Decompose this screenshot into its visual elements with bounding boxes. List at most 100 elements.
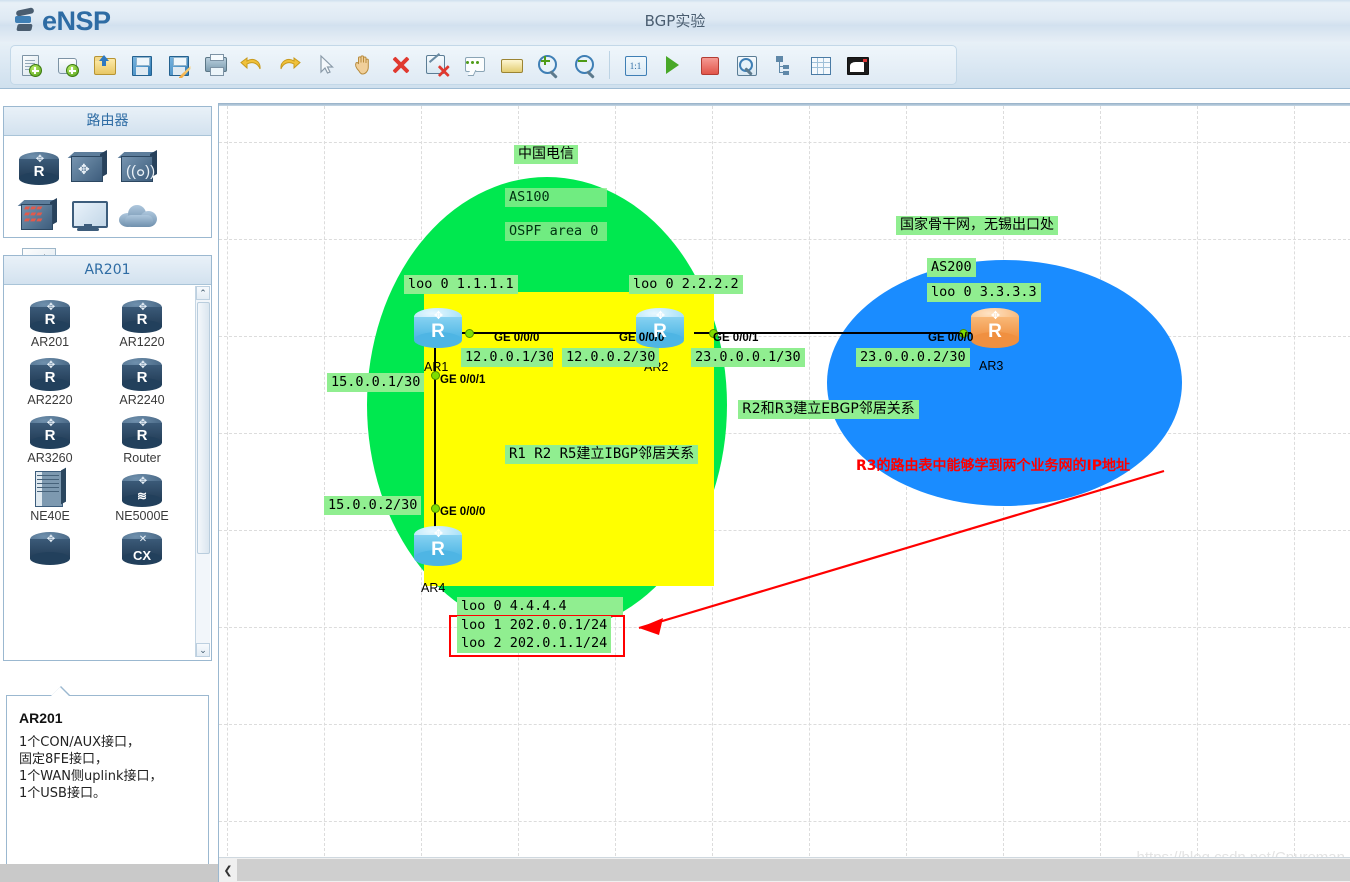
window-title: BGP实验 — [644, 12, 706, 30]
switch-icon: ✥ — [67, 149, 109, 184]
note-balloon-icon — [462, 53, 486, 77]
device-item-router[interactable]: ✥ R Router — [96, 407, 188, 465]
info-line: 固定8FE接口， — [19, 752, 108, 767]
delete-link-button[interactable] — [419, 48, 454, 82]
label-loopback-r4-2: loo 2 202.0.1.1/24 — [457, 634, 612, 653]
canvas-horizontal-scrollbar[interactable]: ❮ — [219, 857, 1350, 882]
zoom-reset-button[interactable]: 1:1 — [617, 48, 652, 82]
delete-button[interactable] — [382, 48, 417, 82]
tree-icon — [771, 53, 795, 77]
save-as-floppy-icon — [166, 53, 191, 78]
device-model-section: AR201 ✥ R AR201 ✥ R AR1220 ✥ R AR2220 ✥ … — [3, 255, 212, 661]
router-category-section: 路由器 ✥ R ✥ ((๐)) ▰▰▰ ▰▰▰ ▰▰▰ — [3, 106, 212, 280]
undo-arrow-icon — [239, 53, 264, 77]
port-dot — [465, 329, 474, 338]
device-model-list: ✥ R AR201 ✥ R AR1220 ✥ R AR2220 ✥ R AR22… — [4, 285, 211, 664]
start-all-button[interactable] — [654, 48, 689, 82]
device-label-ar4: AR4 — [421, 581, 446, 595]
print-button[interactable] — [197, 48, 232, 82]
delete-x-icon — [388, 53, 412, 77]
device-item-ar2240[interactable]: ✥ R AR2240 — [96, 349, 188, 407]
open-button[interactable] — [86, 48, 121, 82]
capture-magnifier-icon — [734, 53, 758, 77]
router-arrows-icon: ✥ — [655, 310, 665, 322]
zoom-in-button[interactable] — [530, 48, 565, 82]
device-label: AR201 — [30, 335, 70, 349]
device-node-ar3[interactable]: ✥ R — [971, 308, 1019, 348]
device-item-partial-2[interactable]: ✕ CX — [96, 523, 188, 567]
device-row: ✥ R AR2220 ✥ R AR2240 — [4, 349, 211, 407]
chassis-icon — [4, 467, 96, 507]
router-type-icon[interactable]: ✥ R — [14, 144, 64, 192]
save-button[interactable] — [123, 48, 158, 82]
undo-button[interactable] — [234, 48, 269, 82]
device-item-ar201[interactable]: ✥ R AR201 — [4, 291, 96, 349]
new-scroll-icon — [55, 53, 79, 77]
topology-tree-button[interactable] — [765, 48, 800, 82]
label-as100: AS100 — [505, 188, 607, 207]
device-label: AR1220 — [119, 335, 165, 349]
add-shape-button[interactable] — [493, 48, 528, 82]
zoom-out-icon — [573, 53, 597, 79]
redo-button[interactable] — [271, 48, 306, 82]
endpoint-type-icon[interactable] — [64, 192, 114, 240]
label-ip-23-0-0-1: 23.0.0.0.1/30 — [691, 348, 805, 367]
ensp-application-window: eNSP BGP实验 1:1 路由器 ✥ R ✥ ((๐)) ▰▰▰ ▰▰▰ ▰… — [0, 0, 1350, 882]
device-label: AR2240 — [119, 393, 165, 407]
device-item-partial-1[interactable]: ✥ — [4, 523, 96, 567]
select-tool-button[interactable] — [308, 48, 343, 82]
printer-icon — [203, 53, 227, 77]
save-as-button[interactable] — [160, 48, 195, 82]
device-node-ar2[interactable]: ✥ R — [636, 308, 684, 348]
zoom-out-button[interactable] — [567, 48, 602, 82]
stop-all-button[interactable] — [691, 48, 726, 82]
device-label: AR2220 — [27, 393, 73, 407]
play-icon — [660, 53, 684, 77]
cloud-type-icon[interactable] — [114, 192, 164, 240]
packet-capture-button[interactable] — [728, 48, 763, 82]
device-item-ne5000e[interactable]: ✥ ≋ NE5000E — [96, 465, 188, 523]
router-glyph: R — [431, 321, 445, 342]
switch-type-icon[interactable]: ✥ — [64, 144, 114, 192]
router-icon: ✥ R — [19, 151, 59, 185]
wireless-type-icon[interactable]: ((๐)) — [114, 144, 164, 192]
router-icon: ✥ R — [96, 295, 188, 333]
scroll-left-arrow[interactable]: ❮ — [219, 859, 237, 881]
device-list-scrollbar[interactable]: ⌃ ⌄ — [195, 286, 210, 657]
scrollbar-thumb[interactable] — [197, 302, 210, 554]
label-ip-12-0-0-2: 12.0.0.2/30 — [562, 348, 660, 367]
title-bar: eNSP BGP实验 — [0, 0, 1350, 43]
pan-tool-button[interactable] — [345, 48, 380, 82]
device-node-ar1[interactable]: ✥ R — [414, 308, 462, 348]
window-restore-icon — [845, 53, 869, 77]
note-ibgp: R1 R2 R5建立IBGP邻居关系 — [505, 445, 699, 464]
save-floppy-icon — [129, 53, 153, 77]
label-as200: AS200 — [927, 258, 976, 277]
firewall-type-icon[interactable]: ▰▰▰ ▰▰▰ ▰▰▰ — [14, 192, 64, 240]
new-device-button[interactable] — [49, 48, 84, 82]
router-glyph: R — [653, 321, 667, 342]
router-icon: ✥ R — [4, 353, 96, 391]
zoom-1to1-icon: 1:1 — [623, 53, 647, 77]
redo-arrow-icon — [277, 53, 301, 77]
new-topology-button[interactable] — [12, 48, 47, 82]
add-note-button[interactable] — [456, 48, 491, 82]
wireless-ap-icon: ((๐)) — [117, 149, 159, 184]
device-item-ar1220[interactable]: ✥ R AR1220 — [96, 291, 188, 349]
window-restore-button[interactable] — [839, 48, 874, 82]
scroll-up-arrow[interactable]: ⌃ — [196, 286, 210, 300]
device-item-ar2220[interactable]: ✥ R AR2220 — [4, 349, 96, 407]
router-arrows-icon: ✥ — [433, 310, 443, 322]
topology-canvas[interactable]: ✥ R AR1 ✥ R AR2 ✥ R AR3 ✥ R AR4 中国电信 国家骨… — [218, 103, 1350, 882]
scroll-down-arrow[interactable]: ⌄ — [196, 643, 210, 657]
interface-label-r1-ge000: GE 0/0/0 — [494, 332, 540, 344]
router-glyph: R — [988, 321, 1002, 342]
device-model-title: AR201 — [4, 256, 211, 285]
device-node-ar4[interactable]: ✥ R — [414, 526, 462, 566]
device-label-ar3: AR3 — [979, 359, 1004, 373]
grid-toggle-button[interactable] — [802, 48, 837, 82]
endpoint-pc-icon — [72, 201, 108, 231]
device-item-ne40e[interactable]: NE40E — [4, 465, 96, 523]
device-item-ar3260[interactable]: ✥ R AR3260 — [4, 407, 96, 465]
scrollbar-track[interactable] — [237, 859, 1350, 881]
